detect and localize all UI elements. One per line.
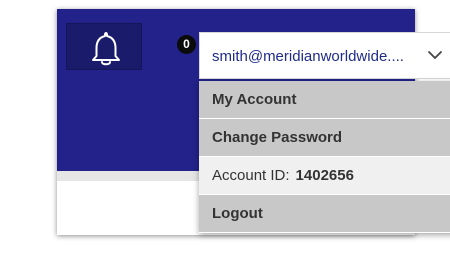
user-email: smith@meridianworldwide.... <box>212 48 404 65</box>
logout-menu-item[interactable]: Logout <box>199 195 450 233</box>
bell-icon <box>92 32 120 66</box>
my-account-menu-item[interactable]: My Account <box>199 81 450 119</box>
notifications-button[interactable] <box>66 23 142 70</box>
user-dropdown-menu: My Account Change Password Account ID: 14… <box>199 81 450 233</box>
account-id-label: Account ID: <box>212 167 290 184</box>
app-window: 0 smith@meridianworldwide.... My Account… <box>57 9 450 235</box>
account-id-row: Account ID: 1402656 <box>199 157 450 195</box>
account-id-value: 1402656 <box>295 167 354 184</box>
chevron-down-icon <box>428 51 442 59</box>
user-menu-toggle[interactable]: smith@meridianworldwide.... <box>199 32 450 79</box>
change-password-menu-item[interactable]: Change Password <box>199 119 450 157</box>
notification-count-badge: 0 <box>177 35 196 54</box>
